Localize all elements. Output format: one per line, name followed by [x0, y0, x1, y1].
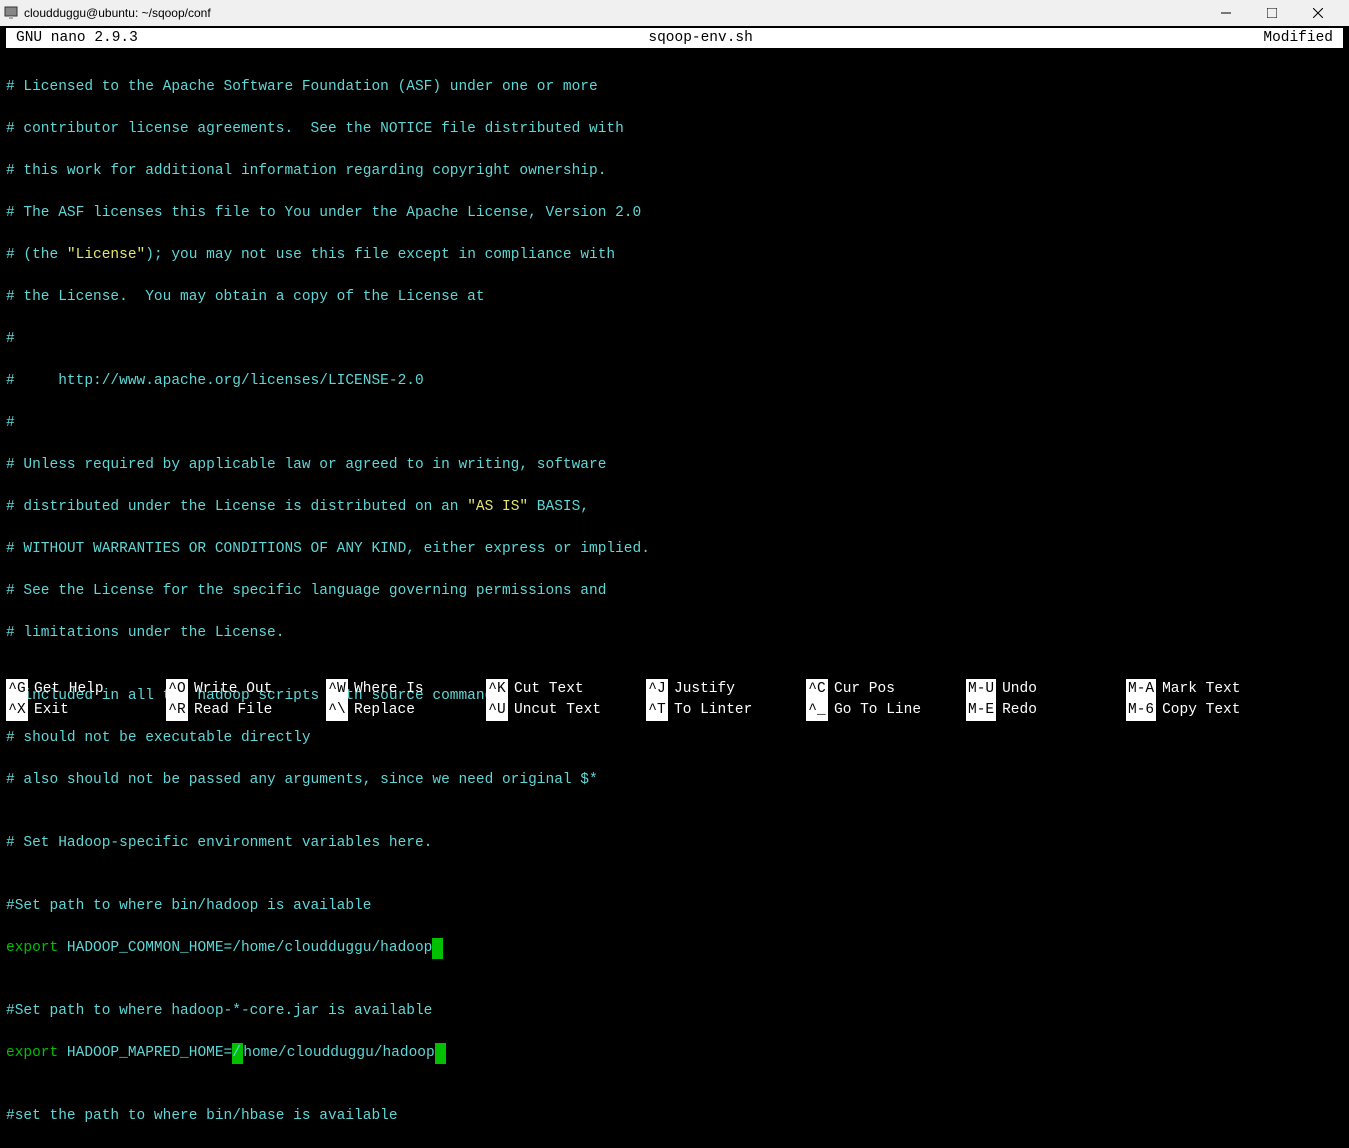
titlebar-left: cloudduggu@ubuntu: ~/sqoop/conf [4, 3, 211, 24]
shortcut-uncut-text[interactable]: ^UUncut Text [486, 700, 646, 721]
putty-icon [4, 6, 18, 20]
window-titlebar: cloudduggu@ubuntu: ~/sqoop/conf [0, 0, 1349, 26]
editor-line: # this work for additional information r… [6, 161, 1347, 182]
window-controls [1203, 0, 1341, 26]
shortcut-get-help[interactable]: ^GGet Help [6, 679, 166, 700]
editor-line: # limitations under the License. [6, 623, 1347, 644]
editor-line: # Unless required by applicable law or a… [6, 455, 1347, 476]
shortcut-cur-pos[interactable]: ^CCur Pos [806, 679, 966, 700]
close-button[interactable] [1295, 0, 1341, 26]
minimize-button[interactable] [1203, 0, 1249, 26]
shortcut-replace[interactable]: ^\Replace [326, 700, 486, 721]
shortcut-go-to-line[interactable]: ^_Go To Line [806, 700, 966, 721]
nano-version: GNU nano 2.9.3 [16, 28, 138, 49]
shortcut-write-out[interactable]: ^OWrite Out [166, 679, 326, 700]
editor-line: # should not be executable directly [6, 728, 1347, 749]
editor-line: # Set Hadoop-specific environment variab… [6, 833, 1347, 854]
nano-statusbar: GNU nano 2.9.3 sqoop-env.sh Modified [6, 28, 1343, 48]
cursor: / [232, 1043, 243, 1064]
nano-modified-flag: Modified [1263, 28, 1333, 49]
cursor-marker [432, 938, 443, 959]
shortcut-cut-text[interactable]: ^KCut Text [486, 679, 646, 700]
shortcut-read-file[interactable]: ^RRead File [166, 700, 326, 721]
shortcut-where-is[interactable]: ^WWhere Is [326, 679, 486, 700]
shortcut-undo[interactable]: M-UUndo [966, 679, 1126, 700]
maximize-button[interactable] [1249, 0, 1295, 26]
editor-line: # WITHOUT WARRANTIES OR CONDITIONS OF AN… [6, 539, 1347, 560]
editor-line: # See the License for the specific langu… [6, 581, 1347, 602]
editor-line: # Licensed to the Apache Software Founda… [6, 77, 1347, 98]
shortcut-exit[interactable]: ^XExit [6, 700, 166, 721]
editor-line: # distributed under the License is distr… [6, 497, 1347, 518]
nano-shortcut-bar: ^GGet Help ^OWrite Out ^WWhere Is ^KCut … [0, 679, 1349, 723]
shortcut-justify[interactable]: ^JJustify [646, 679, 806, 700]
editor-line: #set the path to where bin/hbase is avai… [6, 1106, 1347, 1127]
editor-area[interactable]: # Licensed to the Apache Software Founda… [0, 50, 1349, 1148]
editor-line: # (the "License"); you may not use this … [6, 245, 1347, 266]
shortcut-row-1: ^GGet Help ^OWrite Out ^WWhere Is ^KCut … [6, 679, 1343, 700]
editor-line: # [6, 413, 1347, 434]
editor-line: # also should not be passed any argument… [6, 770, 1347, 791]
editor-line: #Set path to where bin/hadoop is availab… [6, 896, 1347, 917]
window-title: cloudduggu@ubuntu: ~/sqoop/conf [24, 3, 211, 24]
nano-filename: sqoop-env.sh [138, 28, 1264, 49]
shortcut-row-2: ^XExit ^RRead File ^\Replace ^UUncut Tex… [6, 700, 1343, 721]
editor-line: export HADOOP_MAPRED_HOME=/home/clouddug… [6, 1043, 1347, 1064]
cursor-marker [435, 1043, 446, 1064]
editor-line: # http://www.apache.org/licenses/LICENSE… [6, 371, 1347, 392]
editor-line: export HADOOP_COMMON_HOME=/home/clouddug… [6, 938, 1347, 959]
editor-line: #Set path to where hadoop-*-core.jar is … [6, 1001, 1347, 1022]
editor-line: # the License. You may obtain a copy of … [6, 287, 1347, 308]
editor-line: # The ASF licenses this file to You unde… [6, 203, 1347, 224]
editor-line: # contributor license agreements. See th… [6, 119, 1347, 140]
shortcut-copy-text[interactable]: M-6Copy Text [1126, 700, 1286, 721]
shortcut-redo[interactable]: M-ERedo [966, 700, 1126, 721]
editor-line: # [6, 329, 1347, 350]
shortcut-to-linter[interactable]: ^TTo Linter [646, 700, 806, 721]
shortcut-mark-text[interactable]: M-AMark Text [1126, 679, 1286, 700]
